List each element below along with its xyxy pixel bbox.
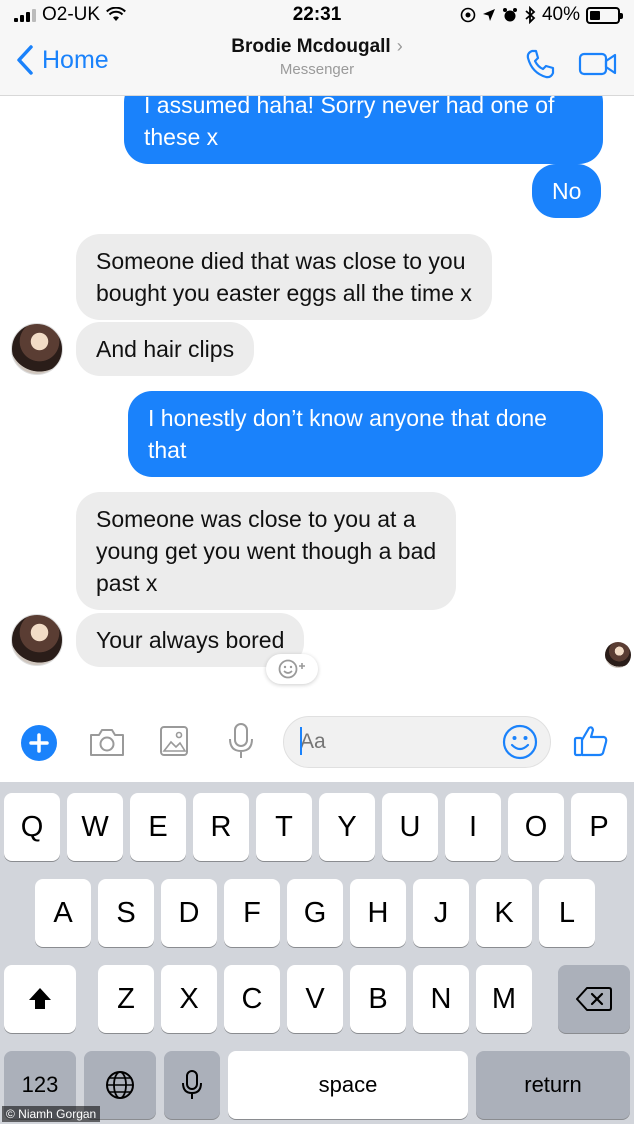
key-p[interactable]: P bbox=[571, 793, 627, 861]
wifi-icon bbox=[106, 7, 126, 21]
like-icon[interactable] bbox=[572, 722, 610, 760]
status-right: 40% bbox=[460, 4, 623, 26]
contact-avatar[interactable] bbox=[11, 614, 63, 666]
space-key[interactable]: space bbox=[228, 1051, 468, 1119]
text-caret bbox=[300, 727, 302, 755]
key-j[interactable]: J bbox=[413, 879, 469, 947]
contact-name: Brodie Mcdougall bbox=[231, 36, 391, 57]
signal-icon bbox=[14, 8, 36, 22]
key-h[interactable]: H bbox=[350, 879, 406, 947]
emoji-plus-icon bbox=[278, 659, 305, 679]
shift-icon bbox=[29, 988, 51, 1009]
key-z[interactable]: Z bbox=[98, 965, 154, 1033]
key-e[interactable]: E bbox=[130, 793, 186, 861]
status-left: O2-UK bbox=[14, 4, 126, 26]
composer bbox=[0, 700, 634, 782]
key-u[interactable]: U bbox=[382, 793, 438, 861]
location-icon bbox=[460, 7, 476, 23]
message-list[interactable]: I assumed haha! Sorry never had one of t… bbox=[0, 96, 634, 700]
chevron-right-icon: › bbox=[396, 36, 403, 56]
carrier-label: O2-UK bbox=[42, 4, 101, 25]
key-c[interactable]: C bbox=[224, 965, 280, 1033]
status-bar: O2-UK 22:31 40% bbox=[0, 0, 634, 30]
incoming-message[interactable]: And hair clips bbox=[76, 322, 255, 376]
outgoing-message[interactable]: No bbox=[532, 164, 602, 218]
key-a[interactable]: A bbox=[35, 879, 91, 947]
key-m[interactable]: M bbox=[476, 965, 532, 1033]
backspace-key[interactable] bbox=[558, 965, 630, 1033]
key-x[interactable]: X bbox=[161, 965, 217, 1033]
key-l[interactable]: L bbox=[539, 879, 595, 947]
seen-avatar bbox=[605, 642, 631, 668]
battery-percent: 40% bbox=[541, 4, 580, 25]
key-b[interactable]: B bbox=[350, 965, 406, 1033]
navigation-arrow-icon bbox=[482, 9, 495, 21]
watermark: © Niamh Gorgan bbox=[2, 1106, 101, 1122]
phone-icon[interactable] bbox=[524, 48, 556, 80]
dictation-key[interactable] bbox=[164, 1051, 220, 1119]
key-n[interactable]: N bbox=[413, 965, 469, 1033]
nav-bar: Home Brodie Mcdougall › Messenger bbox=[0, 30, 634, 96]
key-d[interactable]: D bbox=[161, 879, 217, 947]
plus-icon[interactable] bbox=[20, 724, 58, 762]
video-icon[interactable] bbox=[578, 51, 618, 77]
add-reaction-button[interactable] bbox=[266, 654, 318, 684]
keyboard: Q W E R T Y U I O P A S D F G H J K L Z … bbox=[0, 782, 634, 1124]
globe-icon bbox=[106, 1071, 134, 1099]
incoming-message[interactable]: Someone was close to you at a young get … bbox=[76, 492, 457, 610]
emoji-icon[interactable] bbox=[501, 723, 539, 761]
key-q[interactable]: Q bbox=[4, 793, 60, 861]
battery-icon bbox=[586, 6, 623, 24]
nav-actions bbox=[524, 48, 618, 80]
key-w[interactable]: W bbox=[67, 793, 123, 861]
outgoing-message[interactable]: I honestly don’t know anyone that done t… bbox=[128, 391, 603, 477]
shift-key[interactable] bbox=[4, 965, 76, 1033]
key-i[interactable]: I bbox=[445, 793, 501, 861]
microphone-icon[interactable] bbox=[226, 722, 256, 760]
alarm-icon bbox=[502, 8, 517, 22]
backspace-icon bbox=[576, 987, 612, 1011]
key-r[interactable]: R bbox=[193, 793, 249, 861]
key-f[interactable]: F bbox=[224, 879, 280, 947]
key-v[interactable]: V bbox=[287, 965, 343, 1033]
key-k[interactable]: K bbox=[476, 879, 532, 947]
key-o[interactable]: O bbox=[508, 793, 564, 861]
key-y[interactable]: Y bbox=[319, 793, 375, 861]
return-key[interactable]: return bbox=[476, 1051, 630, 1119]
camera-icon[interactable] bbox=[88, 726, 126, 758]
image-icon[interactable] bbox=[158, 724, 190, 758]
key-s[interactable]: S bbox=[98, 879, 154, 947]
key-t[interactable]: T bbox=[256, 793, 312, 861]
key-g[interactable]: G bbox=[287, 879, 343, 947]
microphone-icon bbox=[182, 1070, 202, 1099]
bluetooth-icon bbox=[525, 6, 536, 24]
incoming-message[interactable]: Someone died that was close to you bough… bbox=[76, 234, 492, 320]
contact-avatar[interactable] bbox=[11, 323, 63, 375]
outgoing-message[interactable]: I assumed haha! Sorry never had one of t… bbox=[124, 96, 603, 164]
